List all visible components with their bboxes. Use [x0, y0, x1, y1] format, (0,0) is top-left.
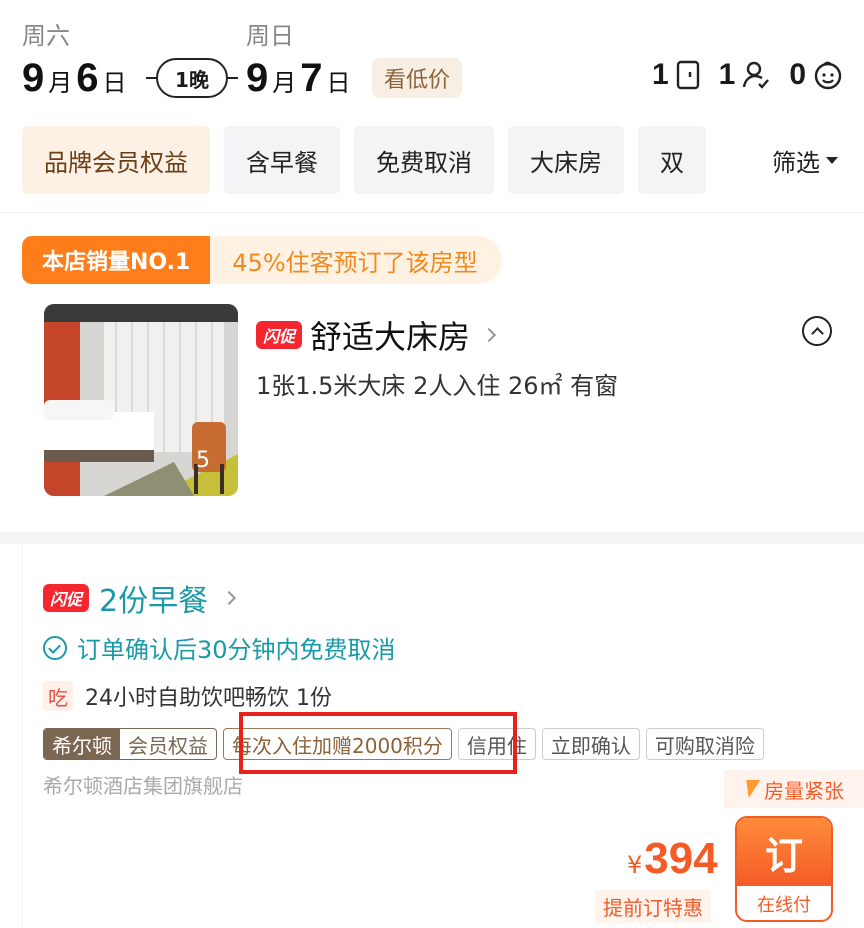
rate-plan-card[interactable]: 闪促 2份早餐 订单确认后30分钟内免费取消 吃 24小时自助饮吧畅饮 1份 希…: [22, 544, 864, 928]
flash-promo-tag: 闪促: [43, 584, 89, 612]
cancel-policy-text: 订单确认后30分钟内免费取消: [77, 636, 396, 664]
rooms-count: 1: [652, 58, 701, 92]
checkout-month: 9: [246, 56, 269, 100]
scarcity-badge: 房量紧张: [724, 770, 864, 808]
meal-text: 24小时自助饮吧畅饮 1份: [85, 686, 332, 711]
filter-chip-king-bed[interactable]: 大床房: [508, 126, 624, 194]
sales-rank-badge: 本店销量NO.1: [22, 236, 211, 284]
children-value: 0: [789, 58, 806, 91]
checkin-month-unit: 月: [48, 69, 73, 97]
pay-online-label: 在线付: [757, 895, 811, 916]
room-photo[interactable]: 5: [44, 304, 238, 496]
lightning-icon: [741, 780, 761, 798]
checkout-date[interactable]: 9 月 7 日: [246, 56, 355, 101]
nights-count: 1晚: [156, 58, 228, 98]
currency-symbol: ¥: [627, 851, 643, 879]
adults-value: 1: [718, 58, 736, 91]
date-header: 周六 周日 9 月 6 日 1晚 9 月 7 日 看低价 1 1 0: [0, 0, 864, 118]
filter-chip-breakfast[interactable]: 含早餐: [224, 126, 340, 194]
store-name: 希尔顿酒店集团旗舰店: [43, 774, 243, 798]
card-separator: [0, 532, 864, 544]
instant-confirm-tag: 立即确认: [541, 728, 640, 760]
adult-icon: [743, 61, 770, 89]
checkin-date[interactable]: 9 月 6 日: [22, 56, 131, 101]
photo-count: 5: [196, 448, 210, 473]
meal-info: 吃 24小时自助饮吧畅饮 1份: [43, 680, 332, 712]
checkin-day: 6: [76, 56, 99, 100]
rate-plan-title: 2份早餐: [99, 584, 209, 619]
checkin-weekday: 周六: [22, 22, 70, 50]
chevron-right-icon: [222, 590, 237, 606]
filter-chip-brand-benefits[interactable]: 品牌会员权益: [22, 126, 210, 194]
low-price-button[interactable]: 看低价: [372, 58, 463, 98]
booking-share-badge: 45%住客预订了该房型: [210, 236, 502, 284]
check-circle-icon: [43, 635, 67, 660]
hilton-member-tag: 希尔顿 会员权益: [43, 728, 217, 760]
rooms-value: 1: [651, 58, 669, 91]
checkout-month-unit: 月: [272, 69, 297, 97]
book-button[interactable]: 订 在线付: [735, 816, 833, 922]
scarcity-text: 房量紧张: [764, 778, 844, 803]
rate-plan-title-link[interactable]: 闪促 2份早餐: [43, 576, 237, 620]
nights-indicator: 1晚: [146, 58, 238, 98]
room-title: 舒适大床房: [310, 318, 471, 356]
checkin-day-unit: 日: [102, 69, 127, 97]
price: ¥ 394: [627, 834, 718, 884]
filter-chip-free-cancel[interactable]: 免费取消: [354, 126, 494, 194]
chevron-up-icon: [810, 326, 824, 340]
filter-chips: 品牌会员权益 含早餐 免费取消 大床房 双: [22, 126, 864, 194]
adults-count: 1: [719, 58, 772, 92]
checkout-weekday: 周日: [246, 22, 294, 50]
section-divider: [0, 212, 864, 213]
cancel-policy: 订单确认后30分钟内免费取消: [43, 630, 396, 665]
early-booking-label: 提前订特惠: [595, 890, 711, 923]
filter-button[interactable]: 筛选: [746, 126, 864, 194]
chevron-right-icon: [481, 327, 497, 343]
door-icon: [676, 60, 699, 90]
child-face-icon: [814, 61, 842, 90]
children-count: 0: [789, 58, 844, 92]
caret-down-icon: [826, 156, 838, 164]
room-specs: 1张1.5米大床 2人入住 26㎡ 有窗: [256, 372, 619, 400]
meal-icon: 吃: [43, 681, 73, 711]
room-card: 本店销量NO.1 45%住客预订了该房型 5 闪促 舒适大床房 1张1.5米大床…: [0, 214, 864, 532]
highlight-box: [239, 712, 517, 774]
hilton-tag-brand: 希尔顿: [44, 729, 120, 759]
checkout-day-unit: 日: [326, 69, 351, 97]
collapse-button[interactable]: [802, 316, 832, 346]
sales-badge: 本店销量NO.1 45%住客预订了该房型: [22, 236, 502, 284]
filter-chip-twin[interactable]: 双: [638, 126, 706, 194]
cancel-insurance-tag: 可购取消险: [645, 728, 764, 760]
flash-promo-tag: 闪促: [256, 321, 302, 349]
book-button-label: 订: [737, 818, 831, 886]
checkin-month: 9: [22, 56, 45, 100]
filter-button-label: 筛选: [772, 148, 820, 177]
checkout-day: 7: [300, 56, 323, 100]
room-title-link[interactable]: 闪促 舒适大床房: [256, 312, 497, 358]
price-value: 394: [644, 834, 718, 883]
hilton-tag-benefit: 会员权益: [128, 733, 208, 758]
guest-selector[interactable]: 1 1 0: [652, 58, 844, 92]
